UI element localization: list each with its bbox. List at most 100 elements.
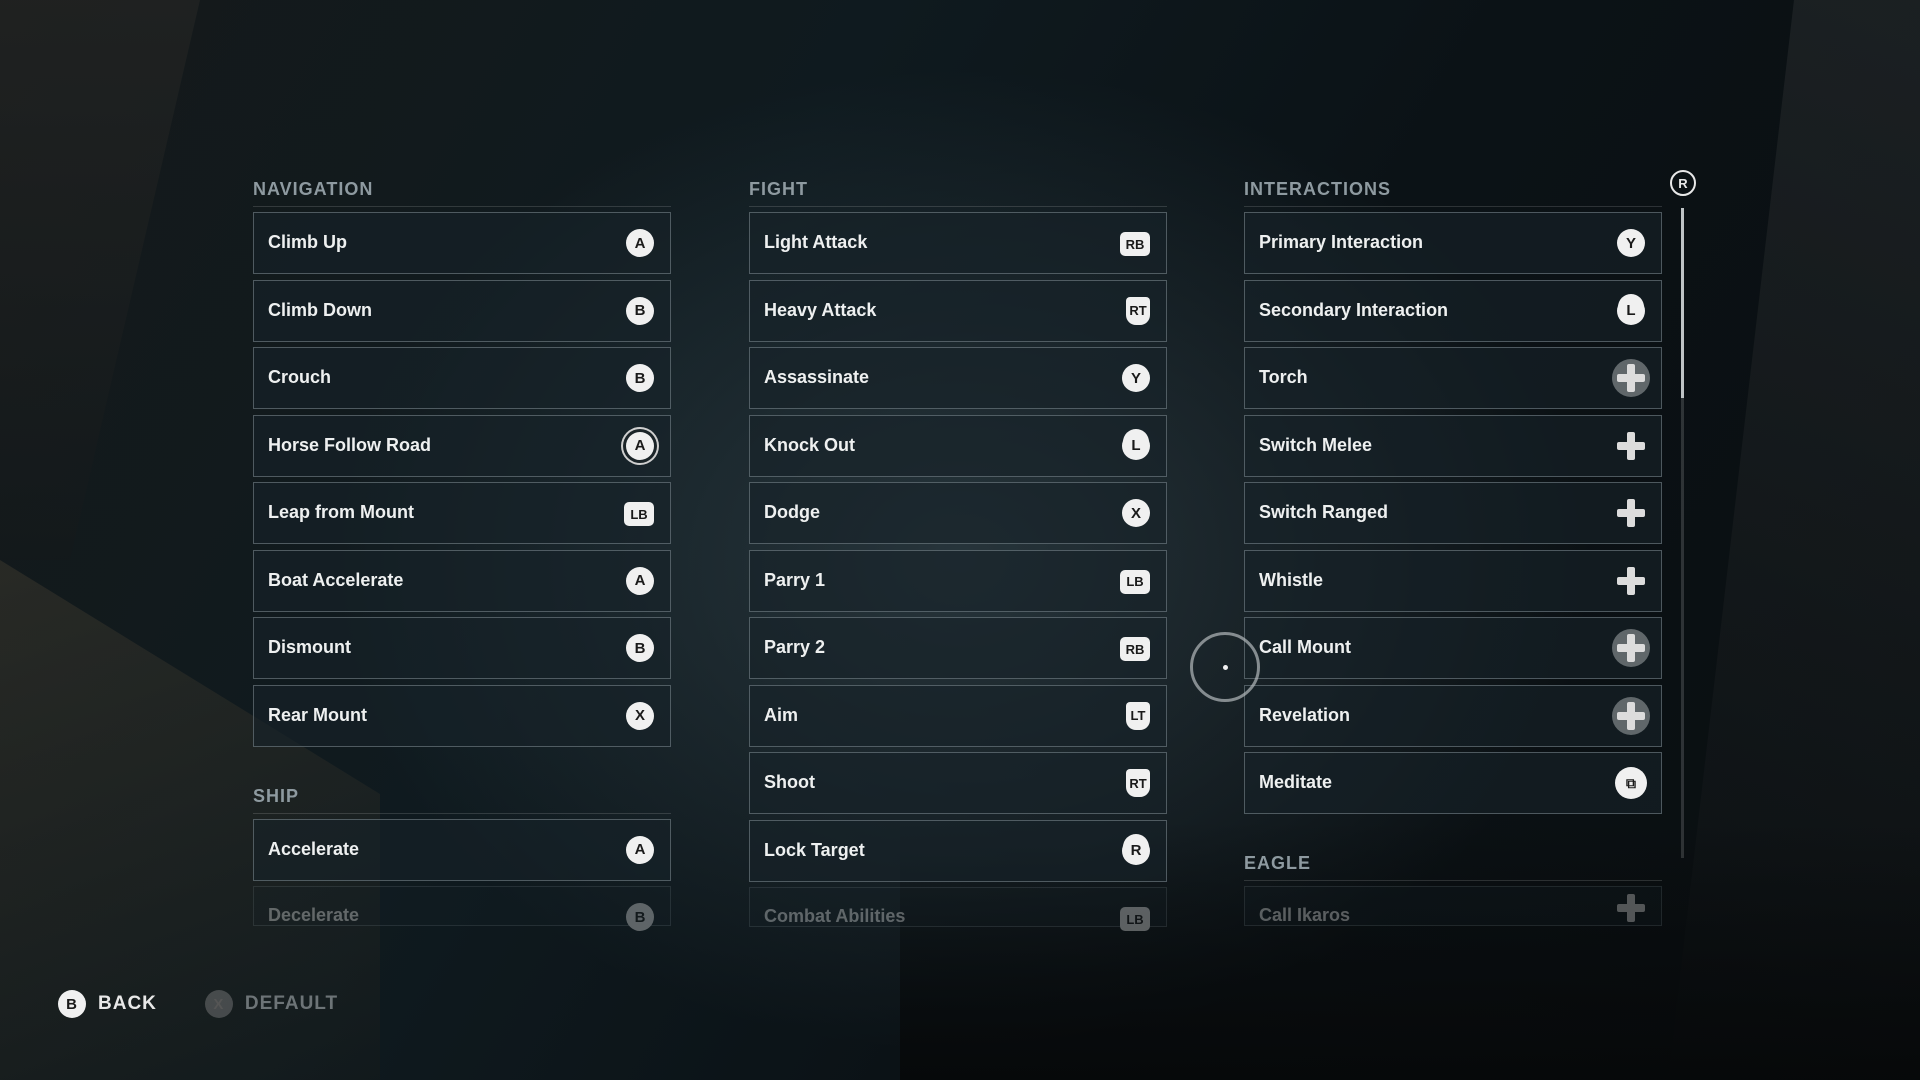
view-button-icon: ⧉ xyxy=(1615,767,1647,799)
a-button-hold-icon: A xyxy=(626,431,654,460)
binding-row-light-attack[interactable]: Light Attack RB xyxy=(749,212,1167,274)
lt-trigger-icon: LT xyxy=(1126,701,1150,730)
binding-label: Accelerate xyxy=(268,838,360,859)
binding-row-knock-out[interactable]: Knock Out L xyxy=(749,414,1167,477)
binding-row-rear-mount[interactable]: Rear Mount X xyxy=(253,684,671,747)
binding-row-decelerate[interactable]: Decelerate B xyxy=(253,886,671,931)
binding-label: Knock Out xyxy=(764,434,856,455)
binding-row-switch-ranged[interactable]: Switch Ranged xyxy=(1244,482,1662,544)
rt-trigger-icon: RT xyxy=(1126,296,1150,325)
binding-row-horse-follow-road[interactable]: Horse Follow Road A xyxy=(253,414,671,477)
binding-label: Rear Mount xyxy=(268,704,367,725)
b-button-icon: B xyxy=(626,296,654,325)
right-stick-press-icon: R xyxy=(1122,836,1150,865)
cursor-reticle-icon xyxy=(1190,632,1260,702)
binding-row-climb-up[interactable]: Climb Up A xyxy=(253,212,671,274)
scroll-thumb[interactable] xyxy=(1681,208,1684,398)
binding-label: Dodge xyxy=(764,502,820,522)
b-button-icon: B xyxy=(626,903,654,931)
x-button-icon: X xyxy=(204,990,233,1018)
binding-row-dodge[interactable]: Dodge X xyxy=(749,482,1167,544)
a-button-icon: A xyxy=(626,566,654,595)
binding-row-parry-2[interactable]: Parry 2 RB xyxy=(749,617,1167,679)
scrollbar[interactable]: R xyxy=(1670,170,1696,858)
lb-button-icon: LB xyxy=(624,502,654,526)
binding-label: Aim xyxy=(764,704,799,725)
back-button[interactable]: B BACK xyxy=(58,990,157,1018)
binding-label: Leap from Mount xyxy=(268,502,414,522)
binding-label: Combat Abilities xyxy=(764,906,906,926)
binding-label: Horse Follow Road xyxy=(268,434,432,455)
binding-row-call-mount[interactable]: Call Mount xyxy=(1244,617,1662,679)
binding-label: Parry 2 xyxy=(764,637,826,657)
b-button-icon: B xyxy=(58,990,86,1018)
binding-label: Climb Down xyxy=(268,299,372,320)
section-title-eagle: EAGLE xyxy=(1244,852,1662,881)
b-button-icon: B xyxy=(626,364,654,392)
binding-row-revelation[interactable]: Revelation xyxy=(1244,684,1662,747)
footer-prompts: B BACK X DEFAULT xyxy=(58,990,338,1018)
dpad-right-icon xyxy=(1612,494,1650,532)
binding-label: Primary Interaction xyxy=(1259,232,1424,252)
rt-trigger-icon: RT xyxy=(1126,769,1150,797)
binding-row-parry-1[interactable]: Parry 1 LB xyxy=(749,549,1167,612)
binding-row-primary-interaction[interactable]: Primary Interaction Y xyxy=(1244,212,1662,274)
y-button-icon: Y xyxy=(1122,364,1150,392)
binding-row-call-ikaros[interactable]: Call Ikaros xyxy=(1244,886,1662,926)
ship-section: SHIP Accelerate A Decelerate B xyxy=(253,785,671,931)
binding-label: Shoot xyxy=(764,772,815,792)
dpad-left-icon xyxy=(1612,427,1650,465)
x-button-icon: X xyxy=(626,701,654,730)
left-stick-press-icon: L xyxy=(1617,296,1645,325)
binding-label: Light Attack xyxy=(764,232,868,252)
binding-row-secondary-interaction[interactable]: Secondary Interaction L xyxy=(1244,279,1662,342)
binding-row-heavy-attack[interactable]: Heavy Attack RT xyxy=(749,279,1167,342)
scroll-track[interactable] xyxy=(1681,208,1684,858)
lb-button-icon: LB xyxy=(1120,569,1150,594)
y-button-icon: Y xyxy=(1617,229,1645,257)
navigation-column: NAVIGATION Climb Up A Climb Down B Crouc… xyxy=(253,178,671,932)
binding-row-accelerate[interactable]: Accelerate A xyxy=(253,818,671,881)
binding-row-boat-accelerate[interactable]: Boat Accelerate A xyxy=(253,549,671,612)
binding-row-aim[interactable]: Aim LT xyxy=(749,684,1167,747)
lb-button-icon: LB xyxy=(1120,907,1150,931)
binding-label: Switch Melee xyxy=(1259,434,1373,455)
binding-row-crouch[interactable]: Crouch B xyxy=(253,347,671,409)
binding-row-climb-down[interactable]: Climb Down B xyxy=(253,279,671,342)
rb-button-icon: RB xyxy=(1120,637,1150,661)
x-button-icon: X xyxy=(1122,499,1150,527)
binding-row-leap-from-mount[interactable]: Leap from Mount LB xyxy=(253,482,671,544)
binding-row-meditate[interactable]: Meditate ⧉ xyxy=(1244,752,1662,814)
binding-label: Meditate xyxy=(1259,772,1333,792)
dpad-up-icon xyxy=(1612,562,1650,600)
binding-label: Lock Target xyxy=(764,839,865,860)
binding-label: Boat Accelerate xyxy=(268,569,404,590)
dpad-right-icon xyxy=(1612,359,1650,397)
section-title-fight: FIGHT xyxy=(749,178,1167,207)
binding-row-dismount[interactable]: Dismount B xyxy=(253,617,671,679)
section-title-interactions: INTERACTIONS xyxy=(1244,178,1662,207)
dpad-down-icon xyxy=(1612,629,1650,667)
binding-row-combat-abilities[interactable]: Combat Abilities LB xyxy=(749,887,1167,931)
binding-row-lock-target[interactable]: Lock Target R xyxy=(749,819,1167,882)
dpad-up-icon xyxy=(1612,696,1650,735)
b-button-icon: B xyxy=(626,634,654,662)
rb-button-icon: RB xyxy=(1120,232,1150,256)
default-label: DEFAULT xyxy=(244,993,339,1014)
a-button-icon: A xyxy=(626,835,654,864)
binding-label: Decelerate xyxy=(268,905,360,925)
default-button[interactable]: X DEFAULT xyxy=(204,990,339,1018)
binding-row-shoot[interactable]: Shoot RT xyxy=(749,752,1167,814)
binding-row-assassinate[interactable]: Assassinate Y xyxy=(749,347,1167,409)
binding-label: Heavy Attack xyxy=(764,299,877,320)
binding-row-whistle[interactable]: Whistle xyxy=(1244,549,1662,612)
binding-label: Dismount xyxy=(268,637,351,657)
binding-label: Switch Ranged xyxy=(1259,502,1389,522)
a-button-icon: A xyxy=(626,229,654,257)
binding-row-torch[interactable]: Torch xyxy=(1244,347,1662,409)
section-title-navigation: NAVIGATION xyxy=(253,178,671,207)
binding-label: Revelation xyxy=(1259,704,1351,725)
fight-column: FIGHT Light Attack RB Heavy Attack RT As… xyxy=(749,178,1167,933)
section-title-ship: SHIP xyxy=(253,785,671,814)
binding-row-switch-melee[interactable]: Switch Melee xyxy=(1244,414,1662,477)
